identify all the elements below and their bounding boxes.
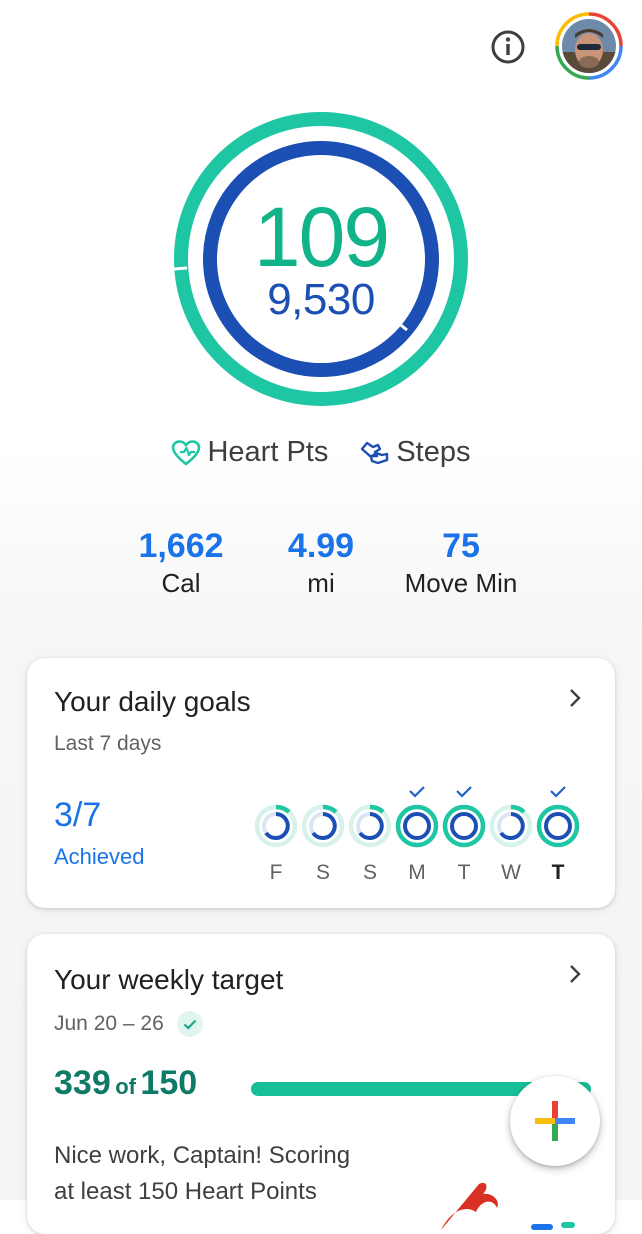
chevron-right-icon[interactable] xyxy=(563,962,587,986)
achieved-label: Achieved xyxy=(54,844,145,869)
stat-value: 75 xyxy=(442,527,480,565)
goal-day-label: F xyxy=(269,861,283,884)
legend-steps[interactable]: Steps xyxy=(358,436,471,469)
goal-ring-icon xyxy=(442,786,486,848)
goal-day: F xyxy=(253,784,299,885)
goal-ring-icon xyxy=(395,786,439,848)
goal-day: T xyxy=(441,784,487,885)
heart-points-icon xyxy=(172,439,201,465)
weekly-message-line1: Nice work, Captain! Scoring xyxy=(54,1142,351,1169)
weekly-score-of: of xyxy=(115,1074,136,1099)
weekly-target-card[interactable]: Your weekly target Jun 20 – 26 339 of 15… xyxy=(27,934,615,1234)
goal-day-label: S xyxy=(362,861,377,884)
weekly-score-value: 339 xyxy=(54,1064,111,1102)
weekly-message: Nice work, Captain! Scoring at least 150… xyxy=(54,1138,350,1210)
weekly-target-title: Your weekly target xyxy=(54,964,284,995)
legend-heart-points[interactable]: Heart Pts xyxy=(171,436,328,469)
add-activity-button[interactable] xyxy=(510,1076,600,1166)
daily-goals-card[interactable]: Your daily goals Last 7 days 3/7 Achieve… xyxy=(27,658,615,908)
steps-icon xyxy=(361,441,389,464)
goal-day: S xyxy=(347,784,393,885)
daily-goals-title: Your daily goals xyxy=(54,686,251,717)
goal-day: W xyxy=(488,784,534,885)
goal-ring-icon xyxy=(348,804,392,848)
profile-avatar[interactable] xyxy=(555,12,623,80)
goal-day-label: W xyxy=(501,861,521,884)
weekly-date-range: Jun 20 – 26 xyxy=(54,1012,164,1035)
legend-steps-label: Steps xyxy=(396,436,471,468)
goal-ring-icon xyxy=(301,804,345,848)
check-badge-icon xyxy=(176,1011,203,1037)
heart-points-value: 109 xyxy=(253,190,390,284)
stat-label: Move Min xyxy=(404,568,518,598)
goal-met-check-icon xyxy=(550,786,566,798)
goal-ring-icon xyxy=(489,804,533,848)
chevron-right-icon[interactable] xyxy=(563,686,587,710)
steps-value: 9,530 xyxy=(267,275,375,324)
info-button[interactable] xyxy=(488,27,528,67)
add-icon xyxy=(535,1101,575,1141)
goal-day-label: T xyxy=(551,861,565,884)
daily-goals-subtitle: Last 7 days xyxy=(54,732,162,755)
goal-day: T xyxy=(535,784,581,885)
celebration-illustration xyxy=(441,1182,575,1230)
goal-day-label: T xyxy=(457,861,471,884)
goal-ring-icon xyxy=(254,804,298,848)
info-icon xyxy=(491,30,525,64)
achieved-count: 3/7 xyxy=(54,796,102,834)
goal-days-row: FSSMTWT xyxy=(253,784,581,885)
goal-day-label: M xyxy=(408,861,426,884)
ring-legend: Heart Pts Steps xyxy=(0,436,642,469)
stat-move-minutes[interactable]: 75 Move Min xyxy=(371,526,551,600)
goal-day-label: S xyxy=(315,861,330,884)
goal-ring-icon xyxy=(536,786,580,848)
goal-day: S xyxy=(300,784,346,885)
goal-met-check-icon xyxy=(456,786,472,798)
goal-day: M xyxy=(394,784,440,885)
weekly-message-line2: at least 150 Heart Points xyxy=(54,1178,317,1205)
weekly-score: 339 of 150 xyxy=(54,1064,197,1103)
legend-heart-label: Heart Pts xyxy=(207,436,329,468)
weekly-target-value: 150 xyxy=(140,1064,198,1102)
weekly-date-row: Jun 20 – 26 xyxy=(54,1010,204,1038)
goal-met-check-icon xyxy=(409,786,425,798)
